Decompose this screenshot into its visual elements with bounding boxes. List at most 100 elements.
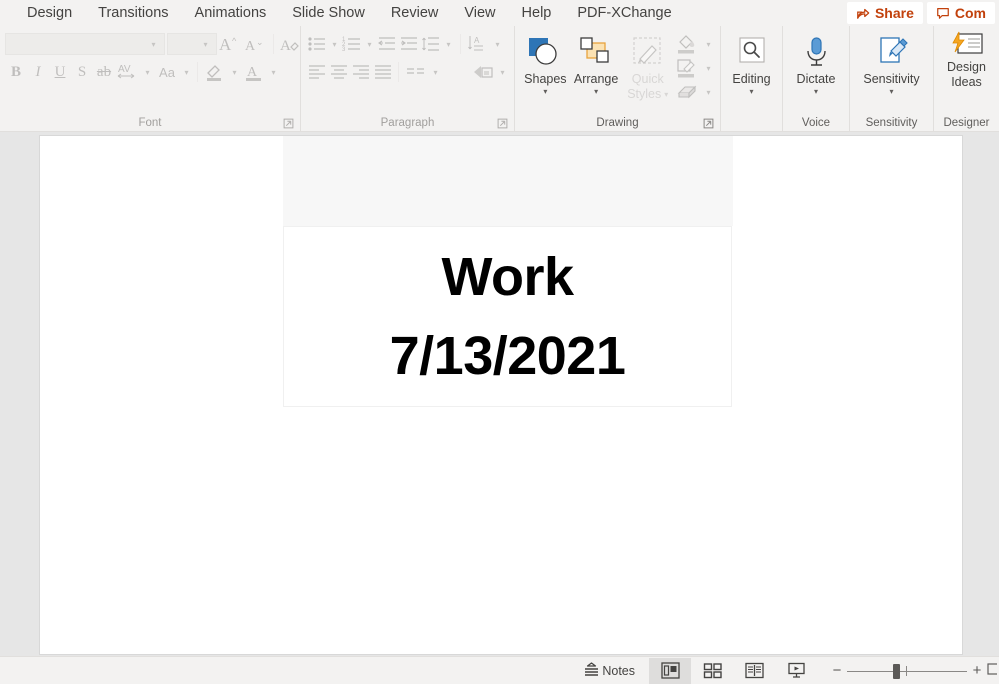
chevron-down-icon[interactable]: ▾: [267, 68, 280, 77]
reading-view-button[interactable]: [733, 658, 775, 684]
line-spacing-icon[interactable]: [420, 32, 442, 56]
tab-slide-show[interactable]: Slide Show: [279, 0, 378, 26]
chevron-down-icon[interactable]: ▾: [814, 87, 818, 97]
change-case-icon[interactable]: Aa: [154, 60, 180, 84]
sensitivity-button[interactable]: Sensitivity ▾: [855, 30, 928, 97]
tab-pdf-xchange[interactable]: PDF-XChange: [564, 0, 684, 26]
strikethrough-icon[interactable]: ab: [93, 60, 115, 84]
decrease-indent-icon[interactable]: [376, 32, 398, 56]
ribbon: ▾ ▾ A ^ A ⌄ A B I U S ab AV ▾ Aa ▾ ▾ A ▾…: [0, 26, 999, 132]
normal-view-button[interactable]: [649, 657, 691, 684]
zoom-slider[interactable]: [847, 661, 967, 681]
bold-icon[interactable]: B: [5, 60, 27, 84]
chevron-down-icon[interactable]: ▾: [228, 68, 241, 77]
chevron-down-icon[interactable]: ▾: [141, 68, 154, 77]
arrange-button[interactable]: Arrange ▾: [571, 30, 622, 97]
svg-text:A: A: [245, 39, 256, 54]
design-ideas-button[interactable]: Design Ideas: [939, 30, 994, 90]
align-right-icon[interactable]: [350, 60, 372, 84]
slide-title[interactable]: Work: [441, 249, 574, 306]
shapes-icon: [525, 32, 565, 72]
ribbon-group-editing: Editing ▾: [720, 26, 782, 132]
tab-transitions[interactable]: Transitions: [85, 0, 181, 26]
font-name-input[interactable]: ▾: [5, 33, 165, 55]
font-dialog-launcher-icon[interactable]: [283, 118, 294, 129]
shape-outline-icon[interactable]: [674, 57, 700, 79]
editing-button[interactable]: Editing ▾: [726, 30, 777, 97]
svg-text:A: A: [474, 36, 480, 45]
chevron-down-icon[interactable]: ▾: [749, 87, 753, 97]
slide-background-band: [283, 136, 733, 226]
increase-indent-icon[interactable]: [398, 32, 420, 56]
chevron-down-icon[interactable]: ▾: [889, 87, 893, 97]
slide-show-view-button[interactable]: [775, 658, 817, 684]
shape-fill-icon[interactable]: [674, 33, 700, 55]
numbering-icon[interactable]: 123: [341, 32, 363, 56]
chevron-down-icon[interactable]: ▾: [491, 40, 504, 49]
microphone-icon: [799, 32, 833, 72]
chevron-down-icon[interactable]: ▾: [702, 64, 715, 73]
comments-button[interactable]: Com: [926, 2, 995, 24]
slide[interactable]: Work 7/13/2021: [40, 136, 962, 654]
notes-icon: [584, 662, 599, 679]
font-size-input[interactable]: ▾: [167, 33, 217, 55]
chevron-down-icon[interactable]: ▾: [496, 68, 509, 77]
sensitivity-label: Sensitivity: [863, 72, 920, 86]
align-left-icon[interactable]: [306, 60, 328, 84]
zoom-out-button[interactable]: −: [827, 662, 847, 679]
chevron-down-icon[interactable]: ▾: [702, 88, 715, 97]
chevron-down-icon[interactable]: ▾: [180, 68, 193, 77]
text-shadow-icon[interactable]: S: [71, 60, 93, 84]
sensitivity-icon: [874, 32, 910, 72]
ribbon-group-designer: Design Ideas Designer: [933, 26, 999, 132]
chevron-down-icon[interactable]: ▾: [363, 40, 376, 49]
chevron-down-icon[interactable]: ▾: [594, 87, 598, 97]
chevron-down-icon[interactable]: ▾: [543, 87, 547, 97]
justify-icon[interactable]: [372, 60, 394, 84]
fit-slide-to-window-button[interactable]: [987, 662, 997, 679]
arrange-icon: [576, 32, 616, 72]
paragraph-dialog-launcher-icon[interactable]: [497, 118, 508, 129]
convert-to-smartart-icon[interactable]: [470, 60, 496, 84]
slide-sorter-view-button[interactable]: [691, 658, 733, 684]
tab-view[interactable]: View: [451, 0, 508, 26]
shape-effects-icon[interactable]: [674, 81, 700, 103]
zoom-slider-handle[interactable]: [893, 663, 900, 679]
align-center-icon[interactable]: [328, 60, 350, 84]
slide-text-placeholder[interactable]: Work 7/13/2021: [283, 226, 732, 407]
notes-button[interactable]: Notes: [576, 658, 643, 684]
tab-animations[interactable]: Animations: [182, 0, 280, 26]
chevron-down-icon[interactable]: ▾: [429, 68, 442, 77]
tab-design[interactable]: Design: [14, 0, 85, 26]
decrease-font-size-icon[interactable]: A ⌄: [243, 32, 269, 56]
chevron-down-icon[interactable]: ▾: [664, 90, 668, 100]
design-ideas-label-line1: Design: [947, 60, 986, 74]
underline-icon[interactable]: U: [49, 60, 71, 84]
bullets-icon[interactable]: [306, 32, 328, 56]
share-button[interactable]: Share: [846, 2, 923, 24]
ribbon-tabs: Design Transitions Animations Slide Show…: [0, 0, 685, 26]
design-ideas-icon: [949, 30, 985, 60]
shapes-button[interactable]: Shapes ▾: [520, 30, 571, 97]
ribbon-group-voice: Dictate ▾ Voice: [782, 26, 849, 132]
slide-subtitle[interactable]: 7/13/2021: [390, 327, 626, 385]
ribbon-group-label-paragraph: Paragraph: [380, 117, 435, 129]
dictate-button[interactable]: Dictate ▾: [788, 30, 844, 97]
quick-styles-icon: [628, 32, 668, 72]
tab-help[interactable]: Help: [509, 0, 565, 26]
character-spacing-icon[interactable]: AV: [115, 60, 141, 84]
drawing-dialog-launcher-icon[interactable]: [703, 118, 714, 129]
chevron-down-icon[interactable]: ▾: [442, 40, 455, 49]
font-color-icon[interactable]: A: [241, 60, 267, 84]
text-highlight-color-icon[interactable]: [202, 60, 228, 84]
chevron-down-icon: ▾: [151, 39, 156, 49]
chevron-down-icon[interactable]: ▾: [328, 40, 341, 49]
zoom-in-button[interactable]: +: [967, 662, 987, 679]
increase-font-size-icon[interactable]: A ^: [217, 32, 243, 56]
text-direction-icon[interactable]: A: [465, 32, 491, 56]
italic-icon[interactable]: I: [27, 60, 49, 84]
columns-icon[interactable]: [403, 60, 429, 84]
quick-styles-button[interactable]: Quick Styles ▾: [621, 30, 674, 102]
chevron-down-icon[interactable]: ▾: [702, 40, 715, 49]
tab-review[interactable]: Review: [378, 0, 452, 26]
